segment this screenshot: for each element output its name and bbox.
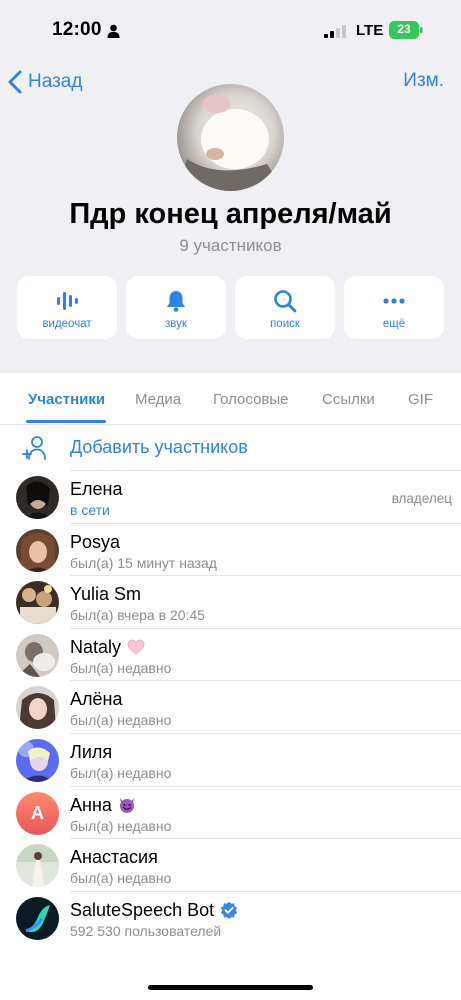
member-name: Nataly — [70, 637, 145, 658]
person-icon — [107, 24, 120, 38]
pink-heart-icon — [127, 639, 145, 655]
member-row[interactable]: Елена в сети владелец — [0, 471, 461, 524]
videochat-button[interactable]: видеочат — [17, 276, 117, 339]
chevron-left-icon — [8, 70, 22, 94]
bell-icon — [167, 290, 185, 312]
member-row[interactable]: Анастасия был(а) недавно — [0, 839, 461, 892]
avatar — [16, 633, 59, 677]
active-tab-indicator — [26, 420, 106, 423]
avatar — [16, 686, 59, 730]
signal-icon — [324, 25, 346, 38]
member-status: 592 530 пользователей — [70, 922, 222, 939]
more-button[interactable]: ещё — [344, 276, 444, 339]
battery-level: 23 — [397, 22, 411, 36]
voice-wave-icon — [57, 291, 78, 310]
tab-links[interactable]: Ссылки — [322, 391, 375, 408]
back-label: Назад — [28, 71, 83, 92]
member-status: был(а) недавно — [70, 817, 172, 834]
add-members-button[interactable]: Добавить участников — [0, 425, 461, 471]
status-time: 12:00 — [52, 19, 102, 40]
member-row[interactable]: Yulia Sm был(а) вчера в 20:45 — [0, 576, 461, 629]
avatar — [16, 476, 59, 519]
member-status: был(а) недавно — [70, 659, 172, 676]
member-count: 9 участников — [179, 236, 282, 255]
add-members-label: Добавить участников — [70, 437, 248, 457]
more-icon — [383, 297, 405, 304]
member-name: Анна — [70, 795, 136, 816]
group-photo — [177, 84, 284, 191]
action-label: звук — [165, 317, 187, 330]
avatar: А — [16, 791, 59, 835]
member-name: Алёна — [70, 689, 123, 710]
tab-gif[interactable]: GIF — [408, 391, 433, 408]
avatar-letter: А — [16, 791, 59, 835]
member-row[interactable]: А Анна был(а) недавно — [0, 787, 461, 840]
member-row[interactable]: Nataly был(а) недавно — [0, 629, 461, 682]
member-status: был(а) недавно — [70, 870, 172, 887]
group-avatar[interactable] — [177, 84, 284, 191]
network-type: LTE — [356, 22, 384, 39]
action-label: видеочат — [42, 317, 92, 330]
group-title: Пдр конец апреля/май — [69, 198, 392, 230]
add-user-icon — [22, 436, 46, 460]
members-list: Елена в сети владелец Posya был(а) 15 ми… — [0, 471, 461, 944]
member-name: Елена — [70, 479, 123, 499]
member-status: в сети — [70, 502, 110, 518]
action-label: поиск — [270, 317, 300, 330]
member-name: SaluteSpeech Bot — [70, 900, 238, 921]
member-status: был(а) недавно — [70, 764, 172, 781]
smiling-devil-icon — [119, 798, 134, 814]
member-status: был(а) недавно — [70, 712, 172, 729]
member-name: Posya — [70, 531, 121, 552]
avatar — [16, 581, 59, 625]
member-status: был(а) вчера в 20:45 — [70, 607, 205, 624]
action-bar: видеочат звук поиск ещё — [17, 276, 444, 339]
back-button[interactable]: Назад — [8, 68, 82, 96]
verified-icon — [221, 902, 238, 920]
member-name: Лиля — [70, 741, 113, 762]
member-row[interactable]: Алёна был(а) недавно — [0, 681, 461, 734]
owner-label: владелец — [391, 491, 452, 506]
avatar — [16, 738, 59, 782]
action-label: ещё — [382, 317, 406, 330]
avatar — [16, 844, 59, 888]
member-row[interactable]: Posya был(а) 15 минут назад — [0, 524, 461, 577]
status-bar: 12:00 LTE 23 — [0, 0, 461, 60]
member-status: был(а) 15 минут назад — [70, 554, 217, 571]
member-name: Анастасия — [70, 847, 158, 868]
tab-voice[interactable]: Голосовые — [213, 391, 289, 408]
sound-button[interactable]: звук — [126, 276, 226, 339]
avatar — [16, 528, 59, 572]
search-button[interactable]: поиск — [235, 276, 335, 339]
media-tabs: Участники Медиа Голосовые Ссылки GIF — [0, 378, 461, 425]
tab-media[interactable]: Медиа — [135, 391, 181, 408]
edit-button[interactable]: Изм. — [403, 70, 444, 92]
avatar — [16, 896, 59, 940]
home-indicator[interactable] — [148, 985, 313, 990]
member-row[interactable]: SaluteSpeech Bot 592 530 пользователей — [0, 892, 461, 945]
search-icon — [274, 289, 297, 312]
member-name: Yulia Sm — [70, 584, 142, 605]
tab-members[interactable]: Участники — [28, 391, 105, 408]
member-row[interactable]: Лиля был(а) недавно — [0, 734, 461, 787]
